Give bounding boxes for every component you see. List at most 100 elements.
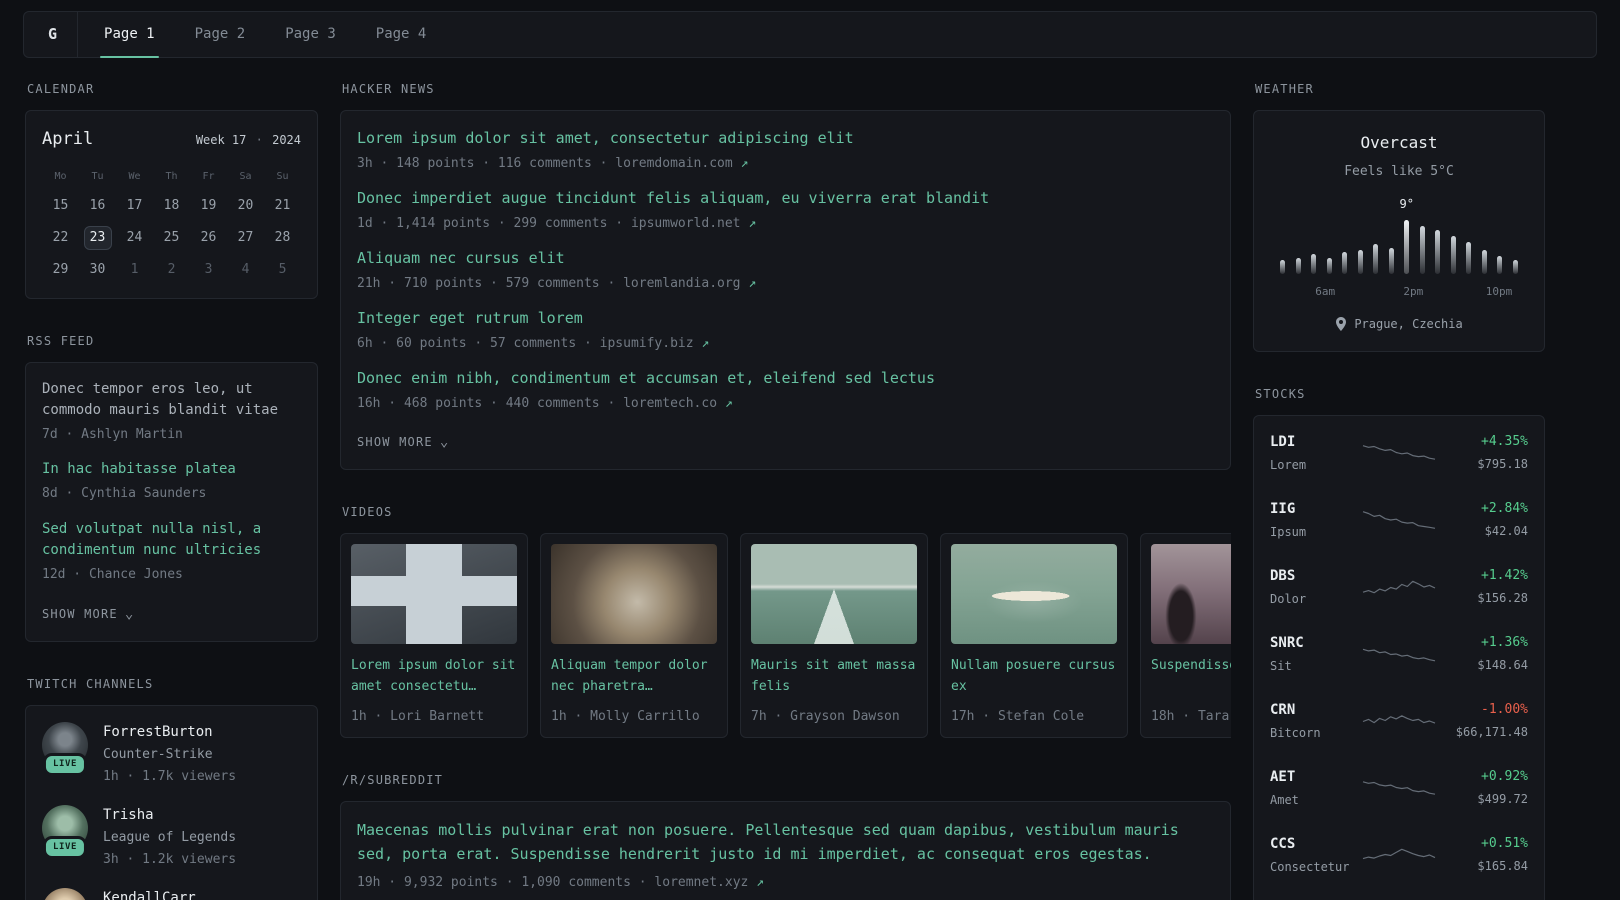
channel-name[interactable]: Trisha (103, 805, 236, 826)
weather-bar (1497, 255, 1503, 274)
video-title[interactable]: Nullam posuere cursus ex (951, 656, 1117, 698)
calendar-day-header: Th (165, 170, 178, 182)
calendar-day[interactable]: 3 (190, 258, 227, 282)
calendar-day[interactable]: 29 (42, 258, 79, 282)
video-card[interactable]: Lorem ipsum dolor sit amet consectetu… 1h… (340, 533, 528, 738)
calendar-day[interactable]: 19 (190, 194, 227, 218)
weather-bar-fill (1404, 219, 1410, 274)
external-link-icon: ↗ (740, 275, 757, 291)
hn-item-domain[interactable]: ipsumify.biz (600, 336, 694, 351)
twitch-channel-row[interactable]: KendallCarr (42, 888, 301, 900)
hn-item-domain[interactable]: loremlandia.org (623, 276, 740, 291)
calendar-day[interactable]: 30 (79, 258, 116, 282)
hn-item-domain[interactable]: loremdomain.com (615, 156, 732, 171)
subreddit-card: Maecenas mollis pulvinar erat non posuer… (340, 800, 1231, 900)
stock-row[interactable]: CRN Bitcorn -1.00% $66,171.48 (1270, 700, 1528, 742)
stock-row[interactable]: LDI Lorem +4.35% $795.18 (1270, 432, 1528, 474)
rss-item-title[interactable]: In hac habitasse platea (42, 459, 301, 481)
calendar-day[interactable]: 1 (116, 258, 153, 282)
stock-name: Bitcorn (1270, 725, 1321, 740)
stock-row[interactable]: SNRC Sit +1.36% $148.64 (1270, 633, 1528, 675)
channel-info: ForrestBurton Counter-Strike 1h · 1.7k vie… (103, 722, 236, 786)
rss-show-more-button[interactable]: SHOW MORE ⌄ (42, 605, 134, 623)
calendar-section: CALENDAR April Week 17 · 2024 Mo Tu We Th Fr… (25, 80, 318, 299)
rss-item-title[interactable]: Donec tempor eros leo, ut commodo mauris… (42, 379, 301, 422)
calendar-day[interactable]: 18 (153, 194, 190, 218)
hn-item-title[interactable]: Aliquam nec cursus elit (357, 247, 1214, 270)
calendar-day[interactable]: 17 (116, 194, 153, 218)
calendar-day[interactable]: 16 (79, 194, 116, 218)
video-title[interactable]: Aliquam tempor dolor nec pharetra… (551, 656, 717, 698)
stock-change: +0.92% (1481, 769, 1528, 785)
calendar-day[interactable]: 2 (153, 258, 190, 282)
hn-item-domain[interactable]: ipsumworld.net (631, 216, 741, 231)
rss-item-meta: 7d · Ashlyn Martin (42, 426, 183, 442)
hn-item-title[interactable]: Donec imperdiet augue tincidunt felis al… (357, 187, 1214, 210)
calendar-day[interactable]: 5 (264, 258, 301, 282)
hn-item-title[interactable]: Lorem ipsum dolor sit amet, consectetur … (357, 127, 1214, 150)
channel-meta: 3h · 1.2k viewers (103, 851, 237, 867)
video-card[interactable]: Nullam posuere cursus ex 17h · Stefan Col… (940, 533, 1128, 738)
video-thumbnail[interactable] (1151, 544, 1231, 644)
weather-bar-fill (1466, 241, 1472, 274)
calendar-day[interactable]: 15 (42, 194, 79, 218)
stock-sparkline (1358, 639, 1440, 669)
section-title-rss: RSS FEED (27, 333, 95, 348)
weather-feels-like: Feels like 5°C (1344, 164, 1454, 179)
subreddit-post-domain[interactable]: loremnet.xyz (654, 875, 748, 890)
video-thumbnail[interactable] (551, 544, 717, 644)
tab-page-1[interactable]: Page 1 (84, 12, 175, 58)
stock-info: CCS Consectetur (1270, 834, 1358, 876)
app-logo[interactable]: G (32, 23, 73, 46)
weather-bar (1311, 253, 1317, 274)
video-thumbnail[interactable] (951, 544, 1117, 644)
stocks-list: LDI Lorem +4.35% $795.18 IIG Ipsum +2.84% $42.0… (1270, 432, 1528, 900)
weather-bar (1435, 229, 1441, 274)
stock-values: +2.84% $42.04 (1440, 499, 1528, 540)
rss-item: Sed volutpat nulla nisl, a condimentum n… (42, 519, 301, 585)
video-title[interactable]: Lorem ipsum dolor sit amet consectetu… (351, 656, 517, 698)
rss-item-meta: 12d · Chance Jones (42, 566, 183, 582)
tab-page-4[interactable]: Page 4 (356, 12, 447, 57)
video-title[interactable]: Mauris sit amet massa felis (751, 656, 917, 698)
video-title[interactable]: Suspendisse diam (1151, 656, 1231, 698)
tab-page-2[interactable]: Page 2 (175, 12, 266, 57)
calendar-day-number: 3 (204, 261, 213, 277)
channel-name[interactable]: ForrestBurton (103, 722, 236, 743)
hn-item: Lorem ipsum dolor sit amet, consectetur … (357, 127, 1214, 173)
rss-item-title[interactable]: Sed volutpat nulla nisl, a condimentum n… (42, 519, 301, 562)
calendar-day[interactable]: 27 (227, 226, 264, 250)
calendar-day[interactable]: 25 (153, 226, 190, 250)
video-card[interactable]: Aliquam tempor dolor nec pharetra… 1h · M… (540, 533, 728, 738)
calendar-day[interactable]: 28 (264, 226, 301, 250)
video-card[interactable]: Mauris sit amet massa felis 7h · Grayson … (740, 533, 928, 738)
hn-item-domain[interactable]: loremtech.co (623, 396, 717, 411)
video-card[interactable]: Suspendisse diam 18h · Tara (1140, 533, 1231, 738)
stock-info: IIG Ipsum (1270, 499, 1358, 541)
calendar-day[interactable]: 22 (42, 226, 79, 250)
twitch-channel-row[interactable]: LIVE ForrestBurton Counter-Strike 1h · 1.7k… (42, 722, 301, 786)
stock-row[interactable]: IIG Ipsum +2.84% $42.04 (1270, 499, 1528, 541)
calendar-day[interactable]: 26 (190, 226, 227, 250)
calendar-day-number: 15 (52, 197, 69, 213)
calendar-day[interactable]: 24 (116, 226, 153, 250)
channel-avatar (42, 888, 88, 900)
video-thumbnail[interactable] (351, 544, 517, 644)
stock-row[interactable]: CCS Consectetur +0.51% $165.84 (1270, 834, 1528, 876)
calendar-day[interactable]: 20 (227, 194, 264, 218)
calendar-day[interactable]: 21 (264, 194, 301, 218)
tab-page-3[interactable]: Page 3 (265, 12, 356, 57)
channel-name[interactable]: KendallCarr (103, 888, 196, 900)
stock-row[interactable]: AET Amet +0.92% $499.72 (1270, 767, 1528, 809)
twitch-channel-row[interactable]: LIVE Trisha League of Legends 3h · 1.2k vie… (42, 805, 301, 869)
hn-item-title[interactable]: Integer eget rutrum lorem (357, 307, 1214, 330)
stock-row[interactable]: DBS Dolor +1.42% $156.28 (1270, 566, 1528, 608)
hackernews-show-more-button[interactable]: SHOW MORE ⌄ (357, 433, 449, 451)
hn-item-title[interactable]: Donec enim nibh, condimentum et accumsan… (357, 367, 1214, 390)
channel-category: League of Legends (103, 830, 237, 846)
video-thumbnail[interactable] (751, 544, 917, 644)
calendar-day[interactable]: 23 (79, 225, 116, 250)
subreddit-post-title[interactable]: Maecenas mollis pulvinar erat non posuer… (357, 818, 1214, 868)
calendar-day[interactable]: 4 (227, 258, 264, 282)
stock-symbol: CCS (1270, 835, 1296, 852)
